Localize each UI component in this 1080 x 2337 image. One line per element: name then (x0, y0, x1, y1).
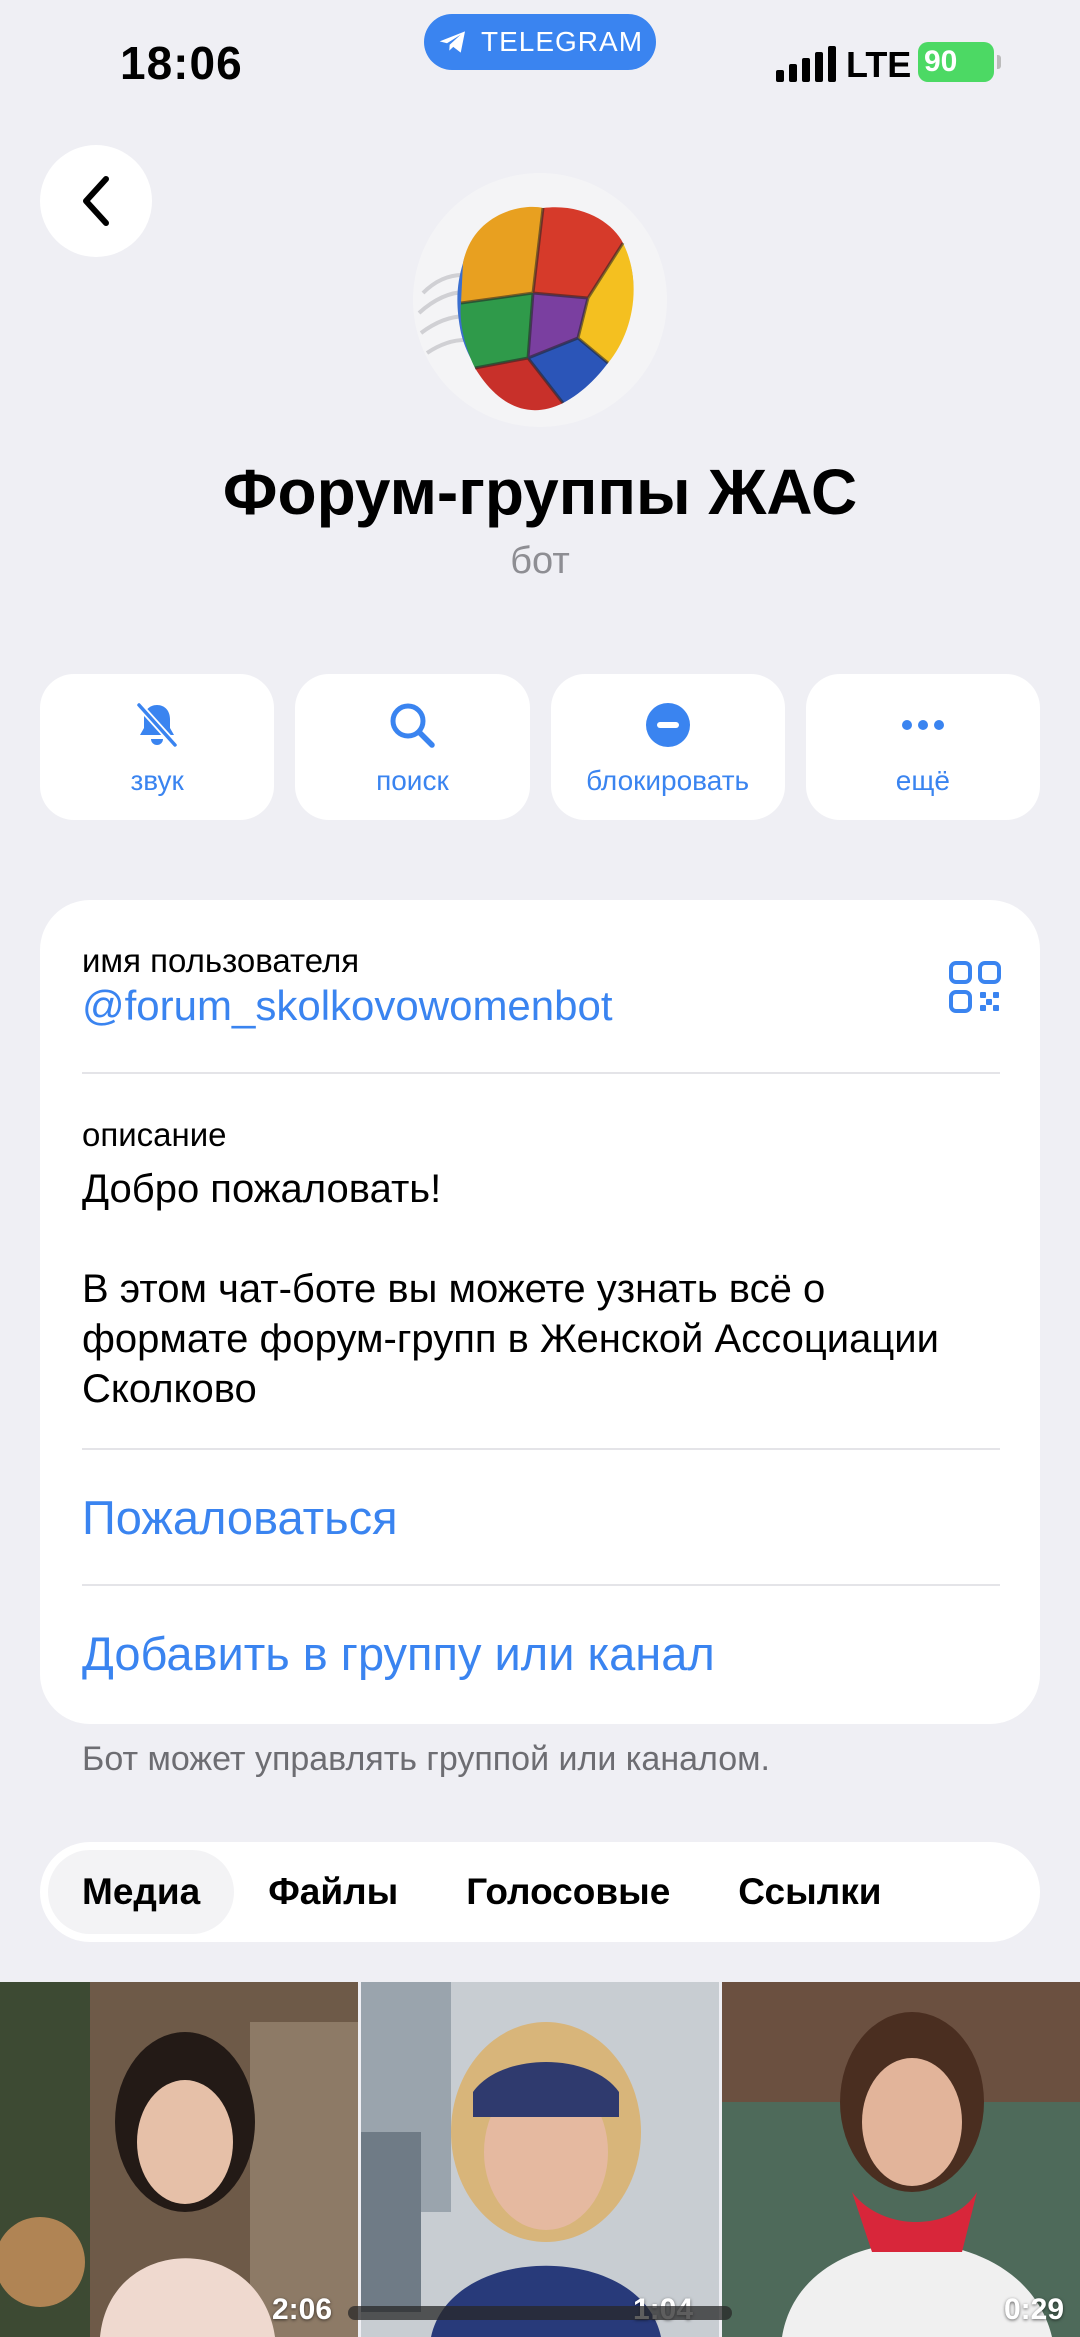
bell-slash-icon (136, 702, 178, 748)
chevron-left-icon (83, 176, 109, 226)
search-button[interactable]: поиск (295, 674, 530, 820)
video-thumbnail-image (361, 1982, 719, 2337)
divider (82, 1072, 1000, 1074)
divider (82, 1448, 1000, 1450)
block-icon (645, 703, 690, 747)
report-button[interactable]: Пожаловаться (82, 1490, 398, 1545)
more-icon (901, 720, 944, 730)
bot-permissions-note: Бот может управлять группой или каналом. (82, 1740, 770, 1778)
tab-voice[interactable]: Голосовые (432, 1850, 704, 1934)
media-grid: 2:06 1:04 0:29 (0, 1982, 1080, 2337)
status-bar: 18:06 TELEGRAM LTE 90 (0, 0, 1080, 130)
username-link[interactable]: @forum_skolkovowomenbot (82, 982, 613, 1030)
media-thumbnail[interactable]: 1:04 (361, 1982, 719, 2337)
telegram-app-pill[interactable]: TELEGRAM (424, 14, 656, 70)
video-duration: 2:06 (271, 2293, 332, 2326)
search-icon (390, 703, 436, 748)
qr-code-icon[interactable] (948, 960, 1002, 1014)
media-thumbnail[interactable]: 2:06 (0, 1982, 358, 2337)
network-label: LTE (846, 44, 912, 85)
description-label: описание (82, 1116, 227, 1153)
telegram-plane-icon (439, 31, 465, 53)
video-duration: 0:29 (1003, 2293, 1064, 2326)
username-label: имя пользователя (82, 942, 360, 979)
bot-logo-icon (417, 206, 634, 411)
profile-subtitle: бот (510, 540, 570, 582)
description-text: Добро пожаловать! В этом чат-боте вы мож… (82, 1167, 939, 1411)
more-button[interactable]: ещё (805, 674, 1040, 820)
more-button-label: ещё (895, 765, 950, 796)
profile-actions: звук поиск блокировать ещё (40, 674, 1040, 820)
mute-button-label: звук (130, 765, 184, 796)
video-thumbnail-image (722, 1982, 1080, 2337)
tab-files[interactable]: Файлы (234, 1850, 432, 1934)
tab-media[interactable]: Медиа (48, 1850, 235, 1934)
mute-button[interactable]: звук (40, 674, 275, 820)
back-button[interactable] (40, 145, 152, 257)
battery-icon: 90 (918, 42, 1001, 82)
search-button-label: поиск (376, 765, 449, 796)
status-time: 18:06 (120, 37, 243, 89)
battery-level: 90 (924, 45, 958, 78)
add-to-group-button[interactable]: Добавить в группу или канал (82, 1626, 715, 1681)
divider (82, 1584, 1000, 1586)
home-indicator[interactable] (348, 2306, 732, 2320)
video-thumbnail-image (0, 1982, 358, 2337)
info-card: имя пользователя @forum_skolkovowomenbot… (40, 900, 1040, 1724)
avatar[interactable] (413, 173, 667, 427)
block-button[interactable]: блокировать (550, 674, 785, 820)
app-pill-label: TELEGRAM (480, 26, 644, 57)
block-button-label: блокировать (586, 765, 750, 796)
signal-icon (776, 46, 836, 82)
media-thumbnail[interactable]: 0:29 (722, 1982, 1080, 2337)
profile-name: Форум-группы ЖАС (222, 456, 858, 528)
tab-links[interactable]: Ссылки (704, 1850, 915, 1934)
shared-media-tabs: Медиа Файлы Голосовые Ссылки (40, 1842, 1040, 1942)
